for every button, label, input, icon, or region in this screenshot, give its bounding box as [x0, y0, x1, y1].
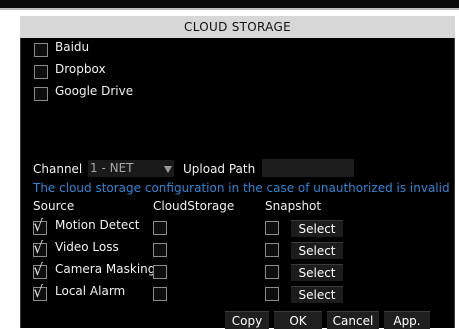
channel-dropdown-value: 1 - NET	[90, 161, 134, 175]
select-button-motion-detect[interactable]: Select	[291, 220, 343, 237]
upload-path-label: Upload Path	[183, 162, 256, 176]
provider-label-dropbox: Dropbox	[55, 62, 106, 76]
provider-checkbox-dropbox[interactable]	[34, 65, 48, 79]
source-checkbox-motion-detect[interactable]: √	[33, 216, 47, 235]
channel-label: Channel	[33, 162, 83, 176]
copy-button[interactable]: Copy	[225, 311, 269, 329]
provider-checkbox-google-drive[interactable]	[34, 87, 48, 101]
snapshot-header: Snapshot	[265, 199, 322, 213]
source-label-motion-detect: Motion Detect	[55, 218, 140, 232]
source-checkbox-video-loss[interactable]: √	[33, 238, 47, 257]
cloud-checkbox-local-alarm[interactable]	[153, 287, 167, 301]
snapshot-checkbox-video-loss[interactable]	[265, 243, 279, 257]
chevron-down-icon	[164, 166, 172, 173]
select-button-local-alarm[interactable]: Select	[291, 286, 343, 303]
source-checkbox-local-alarm[interactable]: √	[33, 282, 47, 301]
cloud-checkbox-video-loss[interactable]	[153, 243, 167, 257]
source-checkbox-camera-masking[interactable]: √	[33, 260, 47, 279]
checkmark-icon: √	[33, 282, 44, 301]
dialog-title: CLOUD STORAGE	[184, 20, 291, 34]
ok-button[interactable]: OK	[274, 311, 322, 329]
unauthorized-warning: The cloud storage configuration in the c…	[33, 181, 450, 195]
select-button-camera-masking[interactable]: Select	[291, 264, 343, 281]
source-label-camera-masking: Camera Masking	[55, 262, 156, 276]
snapshot-checkbox-camera-masking[interactable]	[265, 265, 279, 279]
checkmark-icon: √	[33, 238, 44, 257]
provider-label-baidu: Baidu	[55, 40, 90, 54]
provider-checkbox-baidu[interactable]	[34, 43, 48, 57]
top-divider	[0, 8, 459, 10]
channel-dropdown[interactable]: 1 - NET	[88, 160, 174, 177]
provider-label-google-drive: Google Drive	[55, 84, 134, 98]
cloud-storage-panel: Baidu Dropbox Google Drive Channel 1 - N…	[20, 38, 455, 329]
cloud-checkbox-camera-masking[interactable]	[153, 265, 167, 279]
upload-path-input[interactable]	[262, 159, 354, 177]
cloudstorage-header: CloudStorage	[153, 199, 235, 213]
snapshot-checkbox-local-alarm[interactable]	[265, 287, 279, 301]
source-label-local-alarm: Local Alarm	[55, 284, 126, 298]
cloud-checkbox-motion-detect[interactable]	[153, 221, 167, 235]
source-header: Source	[33, 199, 75, 213]
dialog-title-bar: CLOUD STORAGE	[20, 16, 455, 38]
top-bar	[0, 0, 459, 8]
snapshot-checkbox-motion-detect[interactable]	[265, 221, 279, 235]
source-label-video-loss: Video Loss	[55, 240, 119, 254]
checkmark-icon: √	[33, 216, 44, 235]
checkmark-icon: √	[33, 260, 44, 279]
apply-button[interactable]: App.	[384, 311, 430, 329]
cancel-button[interactable]: Cancel	[327, 311, 379, 329]
select-button-video-loss[interactable]: Select	[291, 242, 343, 259]
